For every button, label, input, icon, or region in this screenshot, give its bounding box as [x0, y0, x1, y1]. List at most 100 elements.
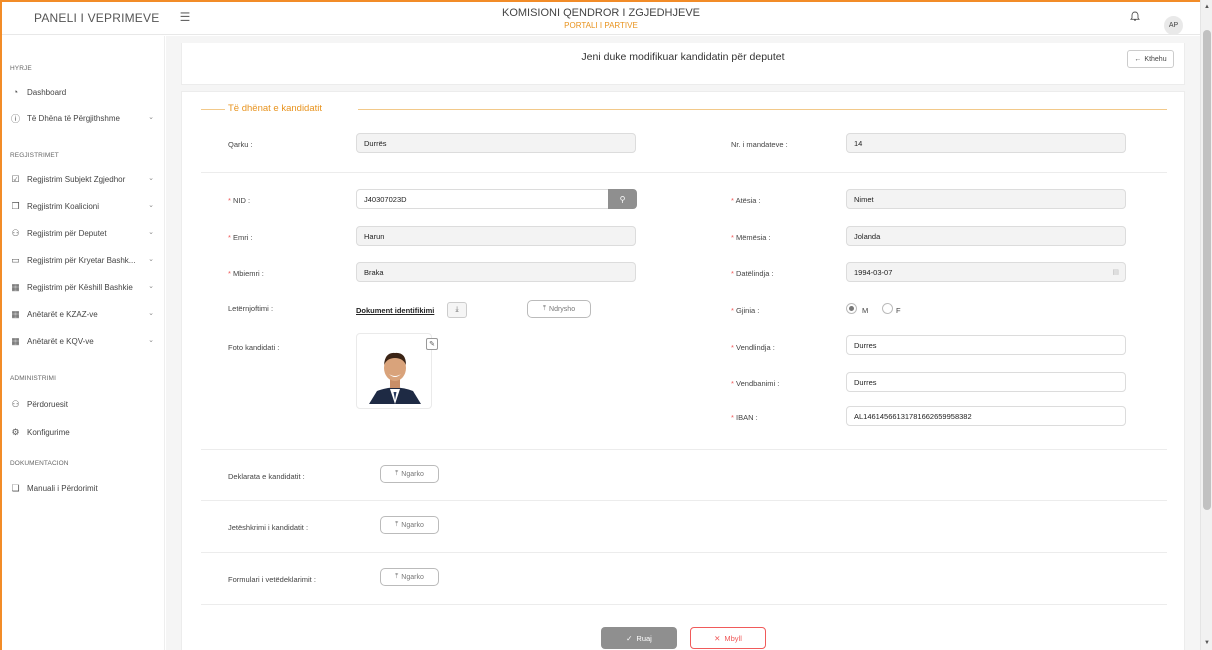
close-icon: ✕	[714, 633, 721, 643]
search-button[interactable]: ⚲	[608, 189, 637, 209]
sidebar-item-deputy-registration[interactable]: ⚇ Regjistrim për Deputet ⌄	[10, 225, 162, 241]
gender-radio-f-label: F	[896, 306, 901, 315]
upload-button-label: Ngarko	[401, 573, 424, 581]
change-button-label: Ndrysho	[549, 305, 576, 313]
sidebar-section-title: HYRJE	[10, 65, 32, 72]
form-icon: ☑	[11, 173, 20, 184]
back-button-label: Kthehu	[1144, 55, 1167, 63]
chevron-down-icon: ⌄	[148, 229, 154, 236]
upload-cv-button[interactable]: ⤒ Ngarko	[380, 516, 439, 534]
close-button[interactable]: ✕ Mbyll	[690, 627, 766, 649]
save-button[interactable]: ✓ Ruaj	[601, 627, 677, 649]
sidebar-item-dashboard[interactable]: ◔ Dashboard	[10, 84, 162, 100]
candidate-form: Të dhënat e kandidatit Qarku : Durrës Nr…	[181, 91, 1185, 650]
sidebar-item-configuration[interactable]: ⚙ Konfigurime	[10, 424, 162, 440]
vendbanimi-input[interactable]: Durres	[846, 372, 1126, 392]
edit-photo-icon[interactable]: ✎	[426, 338, 438, 350]
sidebar-item-label: Manuali i Përdorimit	[27, 483, 98, 493]
upload-button-label: Ngarko	[401, 521, 424, 529]
chevron-down-icon: ⌄	[148, 337, 154, 344]
download-icon[interactable]: ⤓	[447, 302, 467, 318]
candidate-photo-image	[369, 352, 421, 404]
identification-document-link[interactable]: Dokument identifikimi	[356, 306, 434, 315]
sidebar-item-users[interactable]: ⚇ Përdoruesit	[10, 396, 162, 412]
chevron-down-icon: ⌄	[148, 283, 154, 290]
calendar-icon: ▤	[1112, 269, 1119, 276]
chevron-down-icon: ⌄	[148, 310, 154, 317]
iban-input[interactable]: AL14614566131781662659958382	[846, 406, 1126, 426]
sidebar-item-label: Regjistrim për Këshill Bashkie	[27, 282, 133, 292]
divider	[201, 604, 1167, 605]
memesia-field[interactable]: Jolanda	[846, 226, 1126, 246]
arrow-left-icon: ←	[1134, 55, 1142, 63]
vendbanimi-label: * Vendbanimi :	[731, 379, 780, 388]
fieldset-line	[358, 109, 1167, 110]
scroll-down-icon[interactable]: ▼	[1201, 638, 1212, 648]
menu-toggle-icon[interactable]: ☰	[178, 10, 192, 24]
building-icon: ▦	[11, 308, 20, 319]
sidebar-item-kzaz-members[interactable]: ▦ Anëtarët e KZAZ-ve ⌄	[10, 306, 162, 322]
main-content: Jeni duke modifikuar kandidatin për depu…	[166, 36, 1200, 650]
dashboard-icon: ◔	[12, 87, 19, 97]
sidebar-item-general-data[interactable]: ⓘ Të Dhëna të Përgjithshme ⌄	[10, 110, 162, 126]
datelindja-field[interactable]: 1994-03-07 ▤	[846, 262, 1126, 282]
sidebar-item-coalition-registration[interactable]: ❒ Regjistrim Koalicioni ⌄	[10, 198, 162, 214]
sidebar-item-kqv-members[interactable]: ▦ Anëtarët e KQV-ve ⌄	[10, 333, 162, 349]
vendlindja-input[interactable]: Durres	[846, 335, 1126, 355]
divider	[201, 552, 1167, 553]
page-scrollbar[interactable]: ▲ ▼	[1200, 0, 1212, 650]
sidebar: HYRJE ◔ Dashboard ⓘ Të Dhëna të Përgjith…	[2, 36, 165, 650]
emri-field[interactable]: Harun	[356, 226, 636, 246]
upload-declaration-button[interactable]: ⤒ Ngarko	[380, 465, 439, 483]
close-button-label: Mbyll	[724, 633, 742, 643]
sidebar-item-mayor-registration[interactable]: ▭ Regjistrim për Kryetar Bashk... ⌄	[10, 252, 162, 268]
sidebar-item-label: Regjistrim Subjekt Zgjedhor	[27, 174, 126, 184]
scroll-thumb[interactable]	[1203, 30, 1211, 510]
nid-label: * NID :	[228, 196, 251, 205]
bell-icon[interactable]	[1128, 11, 1142, 25]
jeteshkrimi-label: Jetëshkrimi i kandidatit :	[228, 523, 309, 532]
datelindja-label: * Datëlindja :	[731, 269, 774, 278]
building-icon: ▦	[11, 335, 20, 346]
sidebar-section-title: ADMINISTRIMI	[10, 375, 56, 382]
gender-radio-f[interactable]	[882, 303, 893, 314]
gender-radio-m[interactable]	[846, 303, 857, 314]
avatar[interactable]: AP	[1164, 16, 1183, 35]
document-icon: ❒	[11, 200, 20, 211]
upload-self-declaration-button[interactable]: ⤒ Ngarko	[380, 568, 439, 586]
sidebar-item-label: Anëtarët e KQV-ve	[27, 336, 94, 346]
scroll-up-icon[interactable]: ▲	[1201, 2, 1212, 12]
formulari-label: Formulari i vetëdeklarimit :	[228, 575, 316, 584]
atesia-label: * Atësia :	[731, 196, 761, 205]
check-icon: ✓	[626, 633, 633, 643]
mbiemri-field[interactable]: Braka	[356, 262, 636, 282]
chevron-down-icon: ⌄	[148, 202, 154, 209]
change-document-button[interactable]: ⤒ Ndrysho	[527, 300, 591, 318]
sidebar-item-manual[interactable]: ❏ Manuali i Përdorimit	[10, 480, 162, 496]
upload-icon: ⤒	[395, 573, 399, 580]
back-button[interactable]: ← Kthehu	[1127, 50, 1174, 68]
divider	[201, 500, 1167, 501]
datelindja-value: 1994-03-07	[854, 267, 893, 277]
page-title: Jeni duke modifikuar kandidatin për depu…	[581, 51, 785, 63]
search-icon: ⚲	[619, 194, 626, 204]
nid-input[interactable]: J40307023D	[356, 189, 609, 209]
divider	[201, 449, 1167, 450]
candidate-photo	[356, 333, 432, 409]
emri-label: * Emri :	[228, 233, 253, 242]
qarku-field[interactable]: Durrës	[356, 133, 636, 153]
sidebar-item-subject-registration[interactable]: ☑ Regjistrim Subjekt Zgjedhor ⌄	[10, 171, 162, 187]
upload-button-label: Ngarko	[401, 470, 424, 478]
deklarata-label: Deklarata e kandidatit :	[228, 472, 305, 481]
sidebar-item-council-registration[interactable]: ▦ Regjistrim për Këshill Bashkie ⌄	[10, 279, 162, 295]
chevron-down-icon: ⌄	[148, 256, 154, 263]
info-icon: ⓘ	[10, 113, 20, 124]
sidebar-item-label: Dashboard	[27, 87, 67, 97]
top-header: PANELI I VEPRIMEVE ☰ KOMISIONI QENDROR I…	[2, 2, 1200, 35]
mandates-field[interactable]: 14	[846, 133, 1126, 153]
gjinia-label: * Gjinia :	[731, 306, 760, 315]
id-card-icon: ▭	[11, 254, 20, 265]
sidebar-item-label: Regjistrim për Kryetar Bashk...	[27, 255, 136, 265]
sidebar-item-label: Regjistrim për Deputet	[27, 228, 107, 238]
atesia-field[interactable]: Nimet	[846, 189, 1126, 209]
